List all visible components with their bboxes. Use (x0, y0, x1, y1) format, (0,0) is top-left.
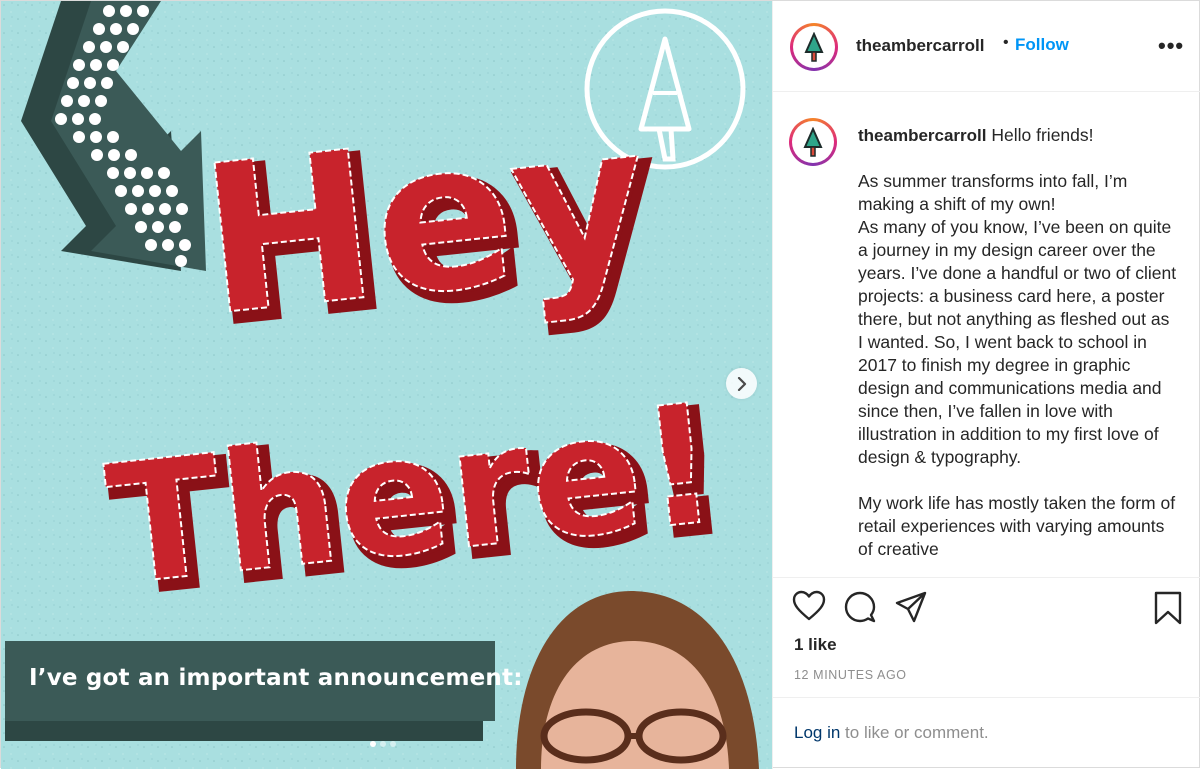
likes-count[interactable]: 1 like (794, 635, 837, 655)
action-bar: 1 like 12 MINUTES AGO (773, 577, 1200, 698)
login-link[interactable]: Log in (794, 723, 840, 742)
carousel-dot (390, 741, 396, 747)
post-header: theambercarroll • Follow ••• (773, 1, 1200, 92)
caption-area: theambercarroll Hello friends! As summer… (773, 92, 1200, 577)
post-username[interactable]: theambercarroll (856, 36, 985, 56)
avatar[interactable] (789, 118, 837, 166)
brand-logo-icon (803, 127, 823, 157)
follow-button[interactable]: Follow (1015, 35, 1069, 55)
caption-paragraph: My work life has mostly taken the form o… (858, 493, 1180, 559)
avatar[interactable] (790, 23, 838, 71)
carousel-indicator (370, 741, 396, 747)
separator-dot: • (1003, 34, 1009, 51)
brand-logo-icon (804, 32, 824, 62)
caption: theambercarroll Hello friends! As summer… (858, 124, 1178, 561)
post-image[interactable]: Hey Hey There! There! I’ve got an import… (1, 1, 772, 769)
share-icon[interactable] (894, 590, 928, 624)
chevron-right-icon (737, 376, 746, 391)
caption-greeting: Hello friends! (991, 125, 1094, 145)
bookmark-icon[interactable] (1152, 591, 1184, 625)
login-text: to like or comment. (840, 723, 989, 742)
post-timestamp[interactable]: 12 MINUTES AGO (794, 668, 907, 682)
carousel-dot (370, 741, 376, 747)
heart-icon[interactable] (792, 590, 826, 622)
comment-icon[interactable] (843, 590, 877, 624)
hey-there-illustration: Hey Hey There! There! (1, 1, 772, 769)
announcement-text: I’ve got an important announcement: (29, 665, 523, 691)
svg-text:Hey: Hey (192, 79, 659, 362)
post-sidebar: theambercarroll • Follow ••• theambercar… (772, 1, 1200, 769)
login-prompt: Log in to like or comment. (773, 697, 1200, 770)
more-options-icon[interactable]: ••• (1158, 33, 1184, 59)
next-slide-button[interactable] (726, 368, 757, 399)
caption-username[interactable]: theambercarroll (858, 126, 987, 145)
carousel-dot (380, 741, 386, 747)
caption-paragraph: As summer transforms into fall, I’m maki… (858, 171, 1177, 467)
instagram-post: Hey Hey There! There! I’ve got an import… (0, 0, 1200, 769)
